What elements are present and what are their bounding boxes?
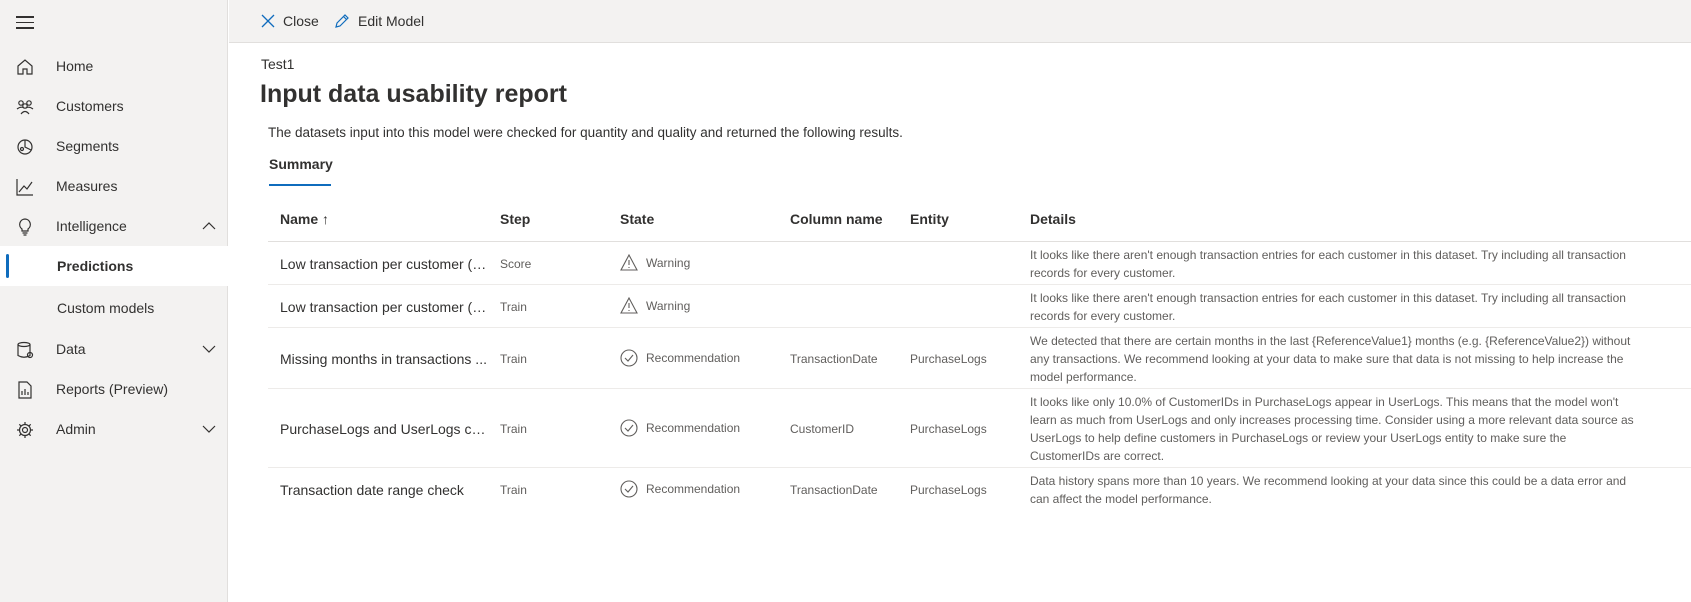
row-state: Warning [620,254,690,271]
breadcrumb: Test1 [261,56,295,72]
sidebar-item-segments[interactable]: Segments [0,126,228,166]
sidebar-item-label: Admin [56,421,96,437]
row-state: Recommendation [620,349,740,367]
row-details: It looks like there aren't enough transa… [1030,291,1626,323]
row-state: Warning [620,297,690,314]
row-state-label: Recommendation [646,482,741,496]
row-name: Transaction date range check [280,482,464,498]
row-name: Low transaction per customer (s... [280,299,490,315]
row-step: Train [500,300,527,314]
sidebar-item-measures[interactable]: Measures [0,166,228,206]
row-step: Score [500,257,532,271]
chevron-up-icon [202,222,216,230]
sidebar-item-home[interactable]: Home [0,46,228,86]
row-entity: PurchaseLogs [910,483,987,497]
sidebar-item-label: Custom models [57,300,155,316]
table-row[interactable]: Transaction date range check Train Recom… [268,468,1691,511]
chevron-down-icon [202,345,216,353]
row-state-label: Warning [646,298,691,313]
measures-icon [16,179,33,196]
sidebar-item-label: Data [56,341,86,357]
chevron-down-icon [202,425,216,433]
row-column-name: TransactionDate [790,352,878,366]
reports-icon [18,381,32,399]
row-state: Recommendation [620,480,740,498]
check-circle-icon [620,419,638,437]
sidebar-item-label: Customers [56,98,124,114]
close-button[interactable]: Close [261,10,319,32]
row-column-name: CustomerID [790,422,855,436]
row-name: Missing months in transactions ... [280,351,487,367]
row-state-label: Warning [646,255,691,270]
close-label: Close [283,13,319,29]
row-entity: PurchaseLogs [910,352,987,366]
column-header-state[interactable]: State [620,211,654,227]
row-details: It looks like only 10.0% of CustomerIDs … [1030,395,1634,463]
lightbulb-icon [19,218,31,236]
row-details: It looks like there aren't enough transa… [1030,248,1626,280]
check-circle-icon [620,349,638,367]
sidebar-item-label: Home [56,58,94,74]
row-step: Train [500,352,527,366]
warning-icon [620,297,638,314]
row-details: We detected that there are certain month… [1030,334,1631,384]
table-row[interactable]: Low transaction per customer (s... Score… [268,242,1691,285]
customers-icon [16,100,34,115]
column-header-step[interactable]: Step [500,211,530,227]
sidebar-item-customers[interactable]: Customers [0,86,228,126]
page-title: Input data usability report [260,80,567,108]
row-step: Train [500,422,527,436]
row-name: Low transaction per customer (s... [280,256,490,272]
row-state: Recommendation [620,419,740,437]
row-column-name: TransactionDate [790,483,878,497]
column-header-entity[interactable]: Entity [910,211,949,227]
sidebar-item-admin[interactable]: Admin [0,409,228,449]
column-header-name[interactable]: Name ↑ [280,211,329,227]
tab-summary[interactable]: Summary [269,156,333,186]
command-bar: Close Edit Model [229,0,1691,43]
table-row[interactable]: Missing months in transactions ... Train… [268,328,1691,389]
check-circle-icon [620,480,638,498]
pencil-icon [335,14,349,28]
sidebar-item-label: Reports (Preview) [56,381,169,397]
tab-selected-indicator [269,184,331,186]
sidebar-item-reports[interactable]: Reports (Preview) [0,369,228,409]
sidebar-item-label: Segments [56,138,120,154]
sidebar-item-custom-models[interactable]: Custom models [0,288,228,328]
warning-icon [620,254,638,271]
sidebar: Home Customers Segments Measures Intelli… [0,0,228,602]
column-header-details[interactable]: Details [1030,211,1076,227]
table-row[interactable]: Low transaction per customer (s... Train… [268,285,1691,328]
column-header-column-name[interactable]: Column name [790,211,883,227]
home-icon [17,59,33,75]
table-header-row: Name ↑ Step State Column name Entity Det… [268,200,1691,242]
sidebar-item-label: Predictions [57,258,134,274]
sidebar-item-intelligence[interactable]: Intelligence [0,206,228,246]
table-row[interactable]: PurchaseLogs and UserLogs cus... Train R… [268,389,1691,468]
row-state-label: Recommendation [646,351,741,365]
close-icon [261,14,275,28]
hamburger-menu-icon[interactable] [16,16,34,30]
sidebar-item-label: Measures [56,178,118,194]
sidebar-item-label: Intelligence [56,218,127,234]
sidebar-item-predictions[interactable]: Predictions [0,246,228,286]
row-step: Train [500,483,527,497]
row-entity: PurchaseLogs [910,422,987,436]
page-subtitle: The datasets input into this model were … [268,125,903,140]
edit-model-label: Edit Model [358,13,425,29]
row-state-label: Recommendation [646,421,741,435]
row-details: Data history spans more than 10 years. W… [1030,474,1627,506]
row-name: PurchaseLogs and UserLogs cus... [280,421,490,437]
database-icon [17,341,34,359]
gear-icon [17,422,33,438]
segments-icon [17,139,33,155]
edit-model-button[interactable]: Edit Model [334,10,424,32]
sidebar-item-data[interactable]: Data [0,329,228,369]
